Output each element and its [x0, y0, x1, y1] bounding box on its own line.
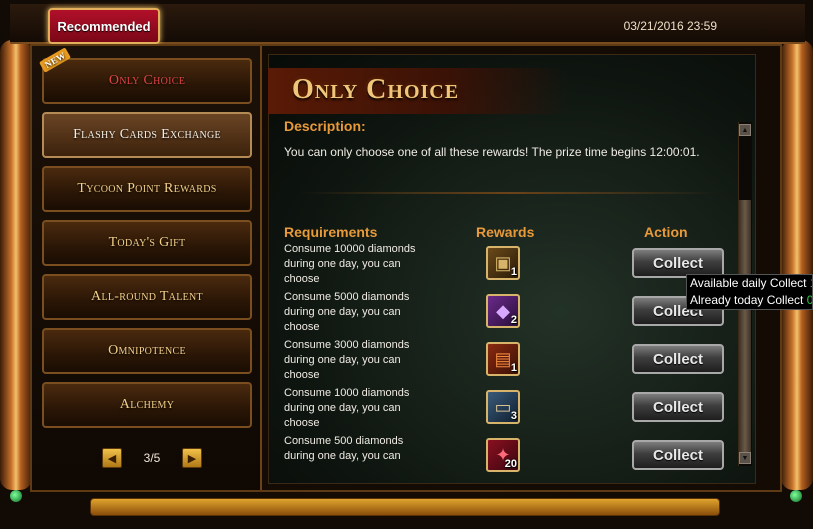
reward-quantity: 1 [510, 266, 517, 278]
sidebar-item-omnipotence[interactable]: Omnipotence [42, 328, 252, 374]
scroll-down-icon[interactable]: ▼ [739, 452, 751, 464]
reward-row: Consume 10000 diamonds during one day, y… [284, 242, 734, 290]
collect-tooltip: Available daily Collect 1 Already today … [686, 274, 813, 310]
reward-row: Consume 3000 diamonds during one day, yo… [284, 338, 734, 386]
red-chest-icon[interactable]: ▤ 1 [486, 342, 520, 376]
divider [300, 192, 720, 194]
sidebar-item-label: Tycoon Point Rewards [77, 181, 217, 196]
requirement-text: Consume 1000 diamonds during one day, yo… [284, 387, 410, 429]
new-badge: NEW [39, 47, 72, 73]
reward-row: Consume 1000 diamonds during one day, yo… [284, 386, 734, 434]
sidebar-item-label: Alchemy [119, 397, 175, 412]
sidebar: NEW Only Choice Flashy Cards Exchange Ty… [32, 46, 262, 490]
description-text: You can only choose one of all these rew… [284, 145, 700, 159]
sidebar-item-label: Today's Gift [108, 235, 186, 250]
sidebar-item-alchemy[interactable]: Alchemy [42, 382, 252, 428]
sidebar-item-label: Flashy Cards Exchange [73, 127, 221, 142]
red-crystal-icon[interactable]: ✦ 20 [486, 438, 520, 472]
reward-quantity: 1 [510, 362, 517, 374]
scroll-icon[interactable]: ▭ 3 [486, 390, 520, 424]
column-header-requirements: Requirements [284, 224, 378, 240]
page-title: Only Choice [292, 74, 460, 105]
treasure-chest-icon[interactable]: ▣ 1 [486, 246, 520, 280]
sidebar-item-label: Only Choice [108, 73, 186, 88]
tab-recommended[interactable]: Recommended [48, 8, 160, 44]
scrollbar-thumb[interactable] [739, 200, 751, 460]
column-header-rewards: Rewards [476, 224, 535, 240]
sidebar-item-todays-gift[interactable]: Today's Gift [42, 220, 252, 266]
right-pillar-decoration [781, 40, 813, 490]
reward-quantity: 2 [510, 314, 517, 326]
left-pillar-decoration [0, 40, 32, 490]
description-label: Description: [284, 118, 366, 134]
reward-quantity: 3 [510, 410, 517, 422]
right-arrow-icon[interactable]: ▶ [182, 448, 202, 468]
collect-button[interactable]: Collect [632, 344, 724, 374]
page-indicator: 3/5 [143, 451, 161, 465]
sidebar-item-label: Omnipotence [108, 343, 186, 358]
reward-row: Consume 5000 diamonds during one day, yo… [284, 290, 734, 338]
sidebar-item-flashy-cards-exchange[interactable]: Flashy Cards Exchange [42, 112, 252, 158]
requirement-text: Consume 5000 diamonds during one day, yo… [284, 291, 410, 333]
pager: ◀ 3/5 ▶ [102, 446, 202, 470]
tooltip-line-available: Available daily Collect 1 [690, 276, 812, 290]
sidebar-item-tycoon-point-rewards[interactable]: Tycoon Point Rewards [42, 166, 252, 212]
requirement-text: Consume 10000 diamonds during one day, y… [284, 243, 416, 285]
scroll-up-icon[interactable]: ▲ [739, 124, 751, 136]
requirement-text: Consume 500 diamonds during one day, you… [284, 435, 404, 462]
gem-icon [10, 490, 22, 502]
sidebar-item-all-round-talent[interactable]: All-round Talent [42, 274, 252, 320]
requirement-text: Consume 3000 diamonds during one day, yo… [284, 339, 410, 381]
left-arrow-icon[interactable]: ◀ [102, 448, 122, 468]
column-header-action: Action [644, 224, 688, 240]
gem-icon [790, 490, 802, 502]
sidebar-item-only-choice[interactable]: NEW Only Choice [39, 47, 252, 104]
reward-quantity: 20 [504, 458, 517, 470]
bottom-bar-decoration [90, 498, 720, 516]
server-datetime: 03/21/2016 23:59 [623, 19, 717, 33]
tooltip-line-already: Already today Collect 0 [690, 293, 813, 307]
purple-gem-icon[interactable]: ◆ 2 [486, 294, 520, 328]
collect-button[interactable]: Collect [632, 440, 724, 470]
sidebar-item-label: All-round Talent [91, 289, 203, 304]
reward-row: Consume 500 diamonds during one day, you… [284, 434, 734, 482]
collect-button[interactable]: Collect [632, 392, 724, 422]
